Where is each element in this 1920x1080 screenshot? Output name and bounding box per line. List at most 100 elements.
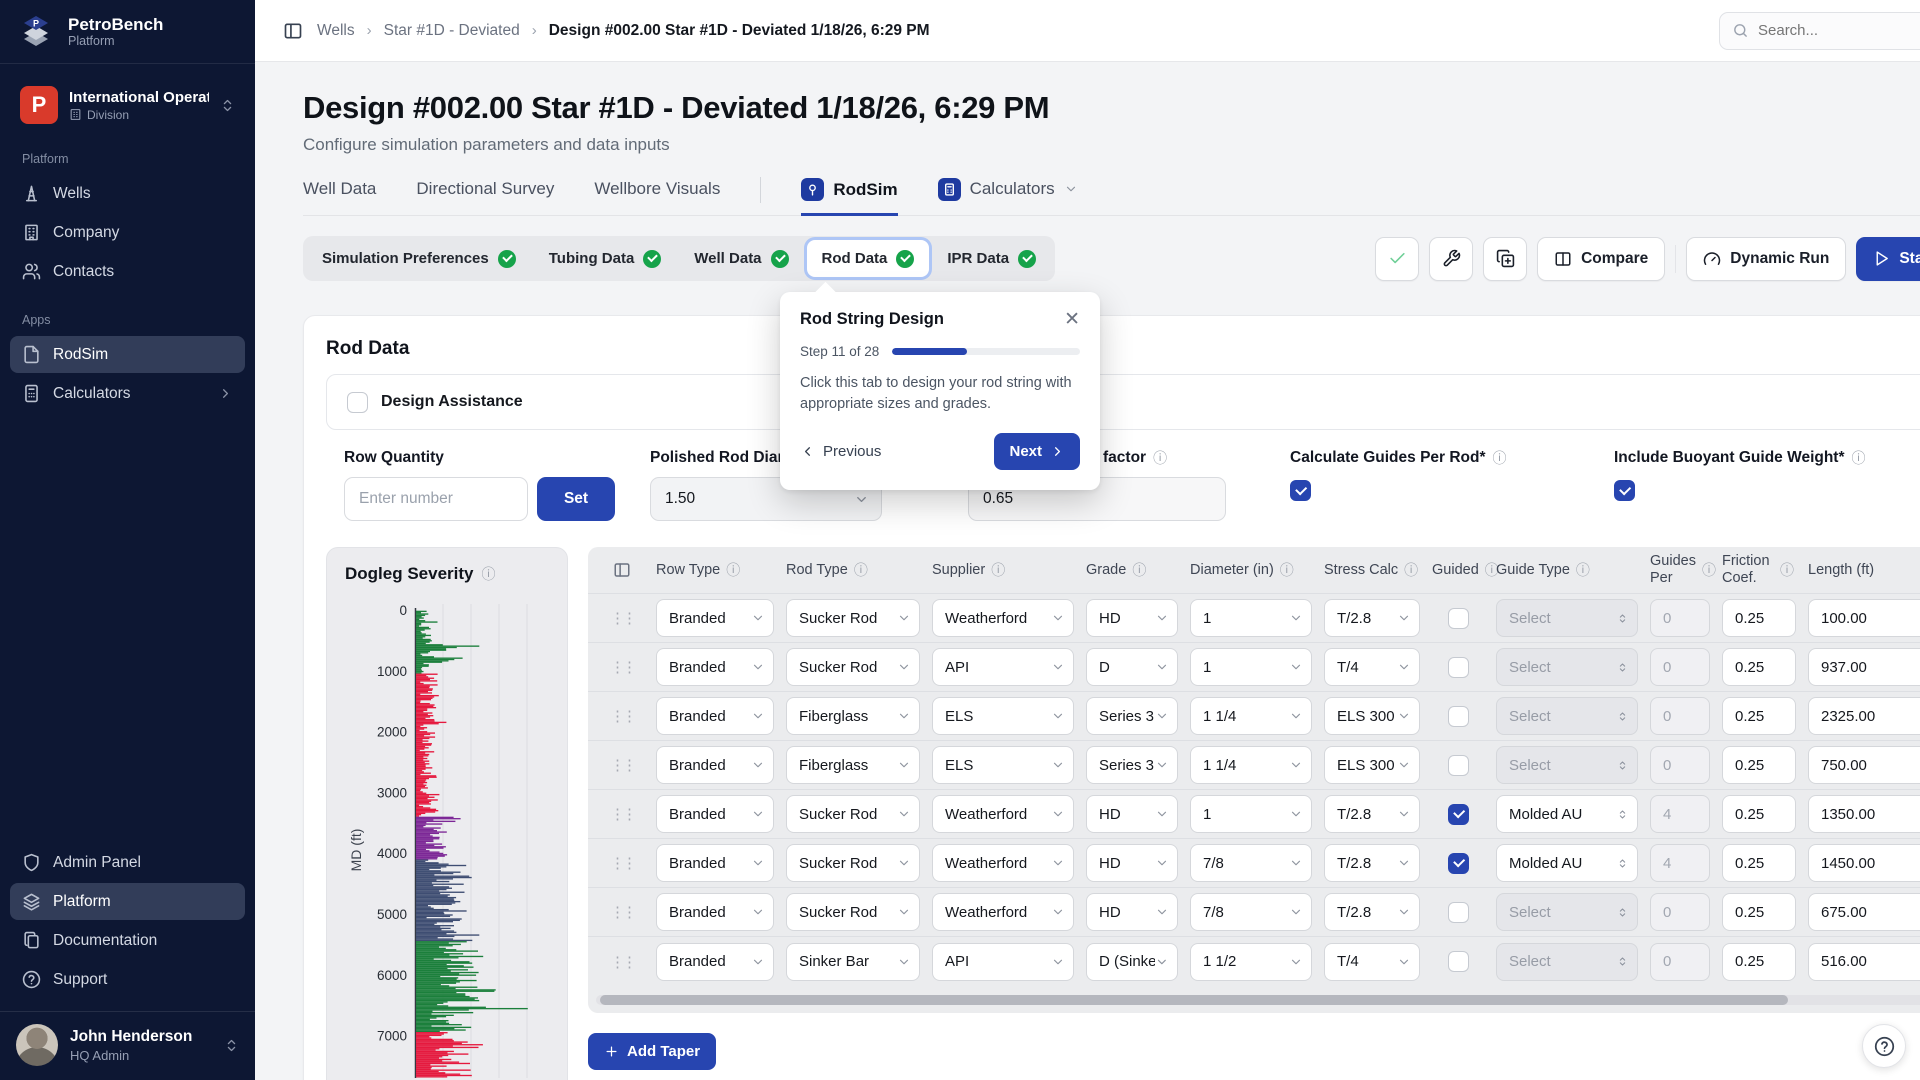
- stress-calc-select[interactable]: T/2.8: [1324, 893, 1420, 931]
- guide-type-select[interactable]: Select: [1496, 648, 1638, 686]
- tab-calculators[interactable]: Calculators: [938, 178, 1078, 215]
- pill-rod-data[interactable]: Rod Data: [807, 240, 930, 277]
- drag-handle[interactable]: ⋮⋮: [600, 953, 644, 971]
- drag-handle[interactable]: ⋮⋮: [600, 707, 644, 725]
- sidebar-item-documentation[interactable]: Documentation: [10, 922, 245, 959]
- sidebar-item-contacts[interactable]: Contacts: [10, 253, 245, 290]
- length-input[interactable]: 2325.00: [1808, 697, 1920, 735]
- supplier-select[interactable]: Weatherford: [932, 795, 1074, 833]
- tab-well-data[interactable]: Well Data: [303, 179, 376, 213]
- rod-type-select[interactable]: Sucker Rod: [786, 648, 920, 686]
- guide-type-select[interactable]: Select: [1496, 697, 1638, 735]
- search-input[interactable]: [1758, 22, 1920, 39]
- guided-checkbox[interactable]: [1448, 853, 1469, 874]
- guide-type-select[interactable]: Select: [1496, 599, 1638, 637]
- drag-handle[interactable]: ⋮⋮: [600, 903, 644, 921]
- diameter-select[interactable]: 1 1/4: [1190, 746, 1312, 784]
- horizontal-scrollbar[interactable]: [596, 995, 1920, 1005]
- sidebar-item-support[interactable]: Support: [10, 961, 245, 998]
- friction-coef-input[interactable]: 0.25: [1722, 648, 1796, 686]
- diameter-select[interactable]: 1: [1190, 599, 1312, 637]
- saved-check-button[interactable]: [1375, 237, 1419, 281]
- length-input[interactable]: 750.00: [1808, 746, 1920, 784]
- grade-select[interactable]: Series 3: [1086, 697, 1178, 735]
- length-input[interactable]: 1350.00: [1808, 795, 1920, 833]
- row-type-select[interactable]: Branded: [656, 746, 774, 784]
- friction-coef-input[interactable]: 0.25: [1722, 893, 1796, 931]
- sidebar-item-admin-panel[interactable]: Admin Panel: [10, 844, 245, 881]
- rod-type-select[interactable]: Sucker Rod: [786, 599, 920, 637]
- tab-wellbore-visuals[interactable]: Wellbore Visuals: [594, 179, 720, 213]
- rod-type-select[interactable]: Fiberglass: [786, 697, 920, 735]
- global-search[interactable]: ⌘ K: [1719, 12, 1920, 50]
- length-input[interactable]: 937.00: [1808, 648, 1920, 686]
- friction-coef-input[interactable]: 0.25: [1722, 943, 1796, 981]
- sidebar-toggle-icon[interactable]: [283, 21, 303, 41]
- grade-select[interactable]: D (Sinke: [1086, 943, 1178, 981]
- diameter-select[interactable]: 7/8: [1190, 844, 1312, 882]
- guide-type-select[interactable]: Select: [1496, 746, 1638, 784]
- pill-ipr-data[interactable]: IPR Data: [932, 240, 1051, 277]
- drag-handle[interactable]: ⋮⋮: [600, 609, 644, 627]
- duplicate-button[interactable]: [1483, 237, 1527, 281]
- friction-coef-input[interactable]: 0.25: [1722, 746, 1796, 784]
- rod-type-select[interactable]: Fiberglass: [786, 746, 920, 784]
- grade-select[interactable]: HD: [1086, 893, 1178, 931]
- diameter-select[interactable]: 7/8: [1190, 893, 1312, 931]
- drag-handle[interactable]: ⋮⋮: [600, 756, 644, 774]
- length-input[interactable]: 516.00: [1808, 943, 1920, 981]
- rod-type-select[interactable]: Sucker Rod: [786, 844, 920, 882]
- row-type-select[interactable]: Branded: [656, 599, 774, 637]
- row-type-select[interactable]: Branded: [656, 648, 774, 686]
- breadcrumb-wells[interactable]: Wells: [317, 22, 355, 40]
- guide-type-select[interactable]: Select: [1496, 893, 1638, 931]
- stress-calc-select[interactable]: T/4: [1324, 648, 1420, 686]
- diameter-select[interactable]: 1 1/2: [1190, 943, 1312, 981]
- supplier-select[interactable]: ELS: [932, 746, 1074, 784]
- friction-coef-input[interactable]: 0.25: [1722, 844, 1796, 882]
- stress-calc-select[interactable]: T/2.8: [1324, 795, 1420, 833]
- row-type-select[interactable]: Branded: [656, 893, 774, 931]
- help-button[interactable]: [1862, 1024, 1906, 1068]
- supplier-select[interactable]: API: [932, 648, 1074, 686]
- length-input[interactable]: 100.00: [1808, 599, 1920, 637]
- tab-directional-survey[interactable]: Directional Survey: [416, 179, 554, 213]
- row-type-select[interactable]: Branded: [656, 844, 774, 882]
- design-assistance-checkbox[interactable]: [347, 392, 368, 413]
- rod-type-select[interactable]: Sinker Bar: [786, 943, 920, 981]
- guided-checkbox[interactable]: [1448, 804, 1469, 825]
- set-button[interactable]: Set: [537, 477, 615, 521]
- org-switcher[interactable]: P International Operatio Division: [12, 80, 243, 130]
- user-menu[interactable]: John Henderson HQ Admin: [0, 1011, 255, 1080]
- supplier-select[interactable]: ELS: [932, 697, 1074, 735]
- pill-well-data[interactable]: Well Data: [679, 240, 803, 277]
- guided-checkbox[interactable]: [1448, 706, 1469, 727]
- add-taper-button[interactable]: Add Taper: [588, 1033, 716, 1070]
- row-type-select[interactable]: Branded: [656, 943, 774, 981]
- diameter-select[interactable]: 1: [1190, 795, 1312, 833]
- friction-coef-input[interactable]: 0.25: [1722, 795, 1796, 833]
- grade-select[interactable]: HD: [1086, 795, 1178, 833]
- select-column-icon[interactable]: [600, 561, 644, 579]
- length-input[interactable]: 1450.00: [1808, 844, 1920, 882]
- static-run-button[interactable]: Static Run: [1856, 237, 1920, 281]
- friction-coef-input[interactable]: 0.25: [1722, 599, 1796, 637]
- breadcrumb-well[interactable]: Star #1D - Deviated: [384, 22, 520, 40]
- compare-button[interactable]: Compare: [1537, 237, 1665, 281]
- row-quantity-input[interactable]: [344, 477, 528, 521]
- supplier-select[interactable]: Weatherford: [932, 844, 1074, 882]
- guided-checkbox[interactable]: [1448, 755, 1469, 776]
- sidebar-item-calculators[interactable]: Calculators: [10, 375, 245, 412]
- grade-select[interactable]: Series 3: [1086, 746, 1178, 784]
- guide-type-select[interactable]: Select: [1496, 943, 1638, 981]
- guided-checkbox[interactable]: [1448, 657, 1469, 678]
- guided-checkbox[interactable]: [1448, 608, 1469, 629]
- supplier-select[interactable]: Weatherford: [932, 893, 1074, 931]
- rod-type-select[interactable]: Sucker Rod: [786, 893, 920, 931]
- stress-calc-select[interactable]: T/4: [1324, 943, 1420, 981]
- rod-type-select[interactable]: Sucker Rod: [786, 795, 920, 833]
- include-buoyant-checkbox[interactable]: [1614, 480, 1635, 501]
- pill-tubing-data[interactable]: Tubing Data: [534, 240, 677, 277]
- grade-select[interactable]: HD: [1086, 844, 1178, 882]
- supplier-select[interactable]: API: [932, 943, 1074, 981]
